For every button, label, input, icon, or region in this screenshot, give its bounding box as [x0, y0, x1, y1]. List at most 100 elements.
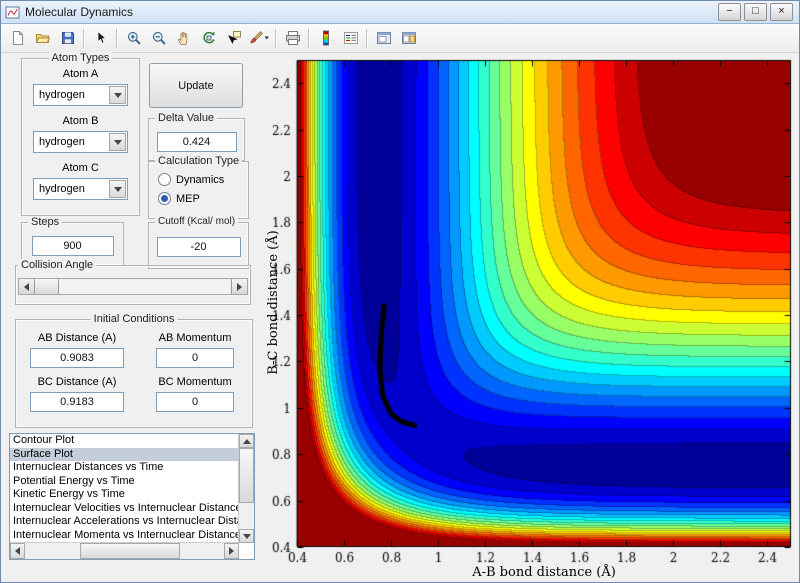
scroll-left-button[interactable]	[10, 543, 25, 559]
ab-momentum-label: AB Momentum	[158, 332, 232, 344]
steps-field[interactable]: 900	[31, 236, 114, 256]
scroll-down-button[interactable]	[239, 529, 254, 543]
x-axis-label: A-B bond distance (Å)	[472, 565, 616, 580]
hide-plot-tools-button[interactable]	[371, 26, 396, 51]
minimize-button[interactable]: −	[718, 3, 741, 21]
rotate-3d-icon	[202, 31, 215, 44]
atom-b-value: hydrogen	[39, 136, 85, 148]
insert-colorbar-button[interactable]	[313, 26, 338, 51]
ab-distance-field[interactable]: 0.9083	[30, 348, 124, 368]
atom-c-select[interactable]: hydrogen	[33, 178, 128, 200]
delta-value-field[interactable]: 0.424	[156, 132, 237, 152]
calculation-type-title: Calculation Type	[155, 155, 243, 167]
atom-b-select[interactable]: hydrogen	[33, 131, 128, 153]
list-item-0[interactable]: Contour Plot	[10, 434, 239, 448]
dropdown-button[interactable]	[109, 133, 126, 151]
bc-momentum-field[interactable]: 0	[156, 392, 234, 412]
horizontal-scrollbar[interactable]	[10, 542, 239, 559]
scroll-right-button[interactable]	[224, 543, 239, 559]
initial-conditions-title: Initial Conditions	[90, 313, 178, 325]
list-item-1[interactable]: Surface Plot	[10, 447, 239, 461]
app-icon	[5, 6, 20, 18]
list-item-6[interactable]: Internuclear Accelerations vs Internucle…	[10, 515, 239, 529]
atom-types-panel: Atom Types Atom A hydrogen Atom B hydrog…	[21, 52, 140, 216]
plot-type-listbox[interactable]: Contour Plot Surface Plot Internuclear D…	[9, 433, 255, 560]
titlebar: Molecular Dynamics − □ ×	[1, 1, 799, 24]
atom-a-select[interactable]: hydrogen	[33, 84, 128, 106]
calculation-type-panel: Calculation Type Dynamics MEP	[148, 155, 249, 219]
edit-pointer-button[interactable]	[88, 26, 113, 51]
ab-momentum-field[interactable]: 0	[156, 348, 234, 368]
list-item-5[interactable]: Internuclear Velocities vs Internuclear …	[10, 502, 239, 516]
zoom-out-button[interactable]	[146, 26, 171, 51]
right-arrow-icon	[237, 282, 242, 291]
bc-distance-field[interactable]: 0.9183	[30, 392, 124, 412]
contour-plot-canvas[interactable]	[263, 51, 799, 582]
zoom-in-icon	[127, 31, 141, 45]
toolbar-separator	[116, 28, 118, 48]
list-item-4[interactable]: Kinetic Energy vs Time	[10, 488, 239, 502]
data-cursor-button[interactable]	[221, 26, 246, 51]
chevron-down-icon	[113, 92, 122, 98]
chevron-down-icon	[113, 186, 122, 192]
radio-label-dynamics: Dynamics	[176, 173, 225, 186]
atom-a-label: Atom A	[62, 68, 99, 80]
list-item-3[interactable]: Potential Energy vs Time	[10, 475, 239, 489]
slider-right-arrow[interactable]	[231, 279, 247, 294]
print-button[interactable]	[280, 26, 305, 51]
new-figure-button[interactable]	[5, 26, 30, 51]
pan-button[interactable]	[171, 26, 196, 51]
cutoff-panel: Cutoff (Kcal/ mol) -20	[148, 216, 249, 269]
radio-label-mep: MEP	[176, 192, 200, 205]
y-axis-label: B-C bond distance (Å)	[266, 230, 281, 375]
slider-left-arrow[interactable]	[19, 279, 35, 294]
dropdown-button[interactable]	[109, 86, 126, 104]
left-arrow-icon	[15, 547, 20, 555]
atom-a-value: hydrogen	[39, 89, 85, 101]
vertical-scrollbar[interactable]	[238, 434, 254, 543]
list-item-2[interactable]: Internuclear Distances vs Time	[10, 461, 239, 475]
delta-value-title: Delta Value	[155, 112, 218, 124]
calc-radio-1[interactable]: MEP	[158, 192, 248, 205]
close-button[interactable]: ×	[770, 3, 793, 21]
list-item-7[interactable]: Internuclear Momenta vs Internuclear Dis…	[10, 529, 239, 543]
horizontal-scroll-thumb[interactable]	[80, 543, 180, 559]
plot-area: A-B bond distance (Å) B-C bond distance …	[263, 51, 799, 582]
calc-radio-0[interactable]: Dynamics	[158, 173, 248, 186]
toolbar-separator	[275, 28, 277, 48]
atom-c-value: hydrogen	[39, 183, 85, 195]
update-button[interactable]: Update	[149, 63, 243, 108]
colorbar-icon	[322, 30, 329, 46]
show-plot-tools-button[interactable]	[396, 26, 421, 51]
maximize-button[interactable]: □	[744, 3, 767, 21]
atom-b-label: Atom B	[62, 115, 99, 127]
atom-c-label: Atom C	[62, 162, 99, 174]
rotate-3d-button[interactable]	[196, 26, 221, 51]
slider-track[interactable]	[59, 279, 231, 294]
open-file-button[interactable]	[30, 26, 55, 51]
scroll-up-button[interactable]	[239, 434, 254, 448]
vertical-scroll-thumb[interactable]	[239, 448, 254, 503]
pointer-arrow-icon	[97, 30, 107, 44]
dropdown-button[interactable]	[109, 180, 126, 198]
chevron-down-icon	[113, 139, 122, 145]
cutoff-title: Cutoff (Kcal/ mol)	[155, 216, 239, 227]
steps-title: Steps	[28, 216, 63, 228]
collision-angle-title: Collision Angle	[18, 259, 97, 271]
collision-angle-slider[interactable]	[18, 278, 248, 295]
save-figure-button[interactable]	[55, 26, 80, 51]
down-arrow-icon	[242, 533, 251, 539]
radio-icon	[158, 173, 171, 186]
bc-momentum-label: BC Momentum	[158, 376, 232, 388]
brush-button[interactable]	[246, 26, 272, 51]
cutoff-field[interactable]: -20	[156, 237, 241, 257]
slider-thumb[interactable]	[35, 279, 59, 294]
zoom-in-button[interactable]	[121, 26, 146, 51]
hand-pan-icon	[177, 31, 187, 46]
app-window: Molecular Dynamics − □ × Atom Types Atom…	[0, 0, 800, 583]
brush-icon	[250, 31, 269, 44]
insert-legend-button[interactable]	[338, 26, 363, 51]
open-folder-icon	[35, 34, 50, 43]
main-content: Atom Types Atom A hydrogen Atom B hydrog…	[1, 51, 799, 582]
atom-types-title: Atom Types	[48, 52, 113, 64]
